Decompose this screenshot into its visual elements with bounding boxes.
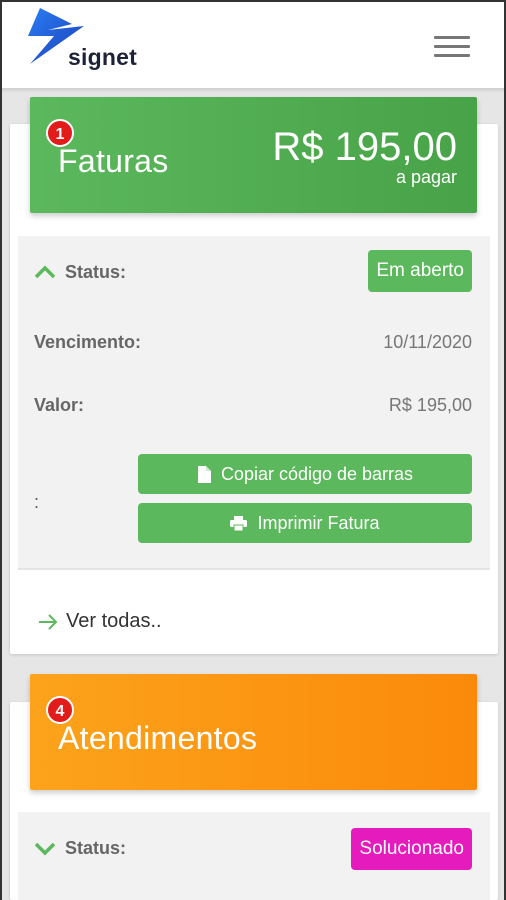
arrow-right-icon <box>39 613 58 630</box>
chevron-up-icon[interactable] <box>34 264 56 280</box>
file-icon <box>197 465 211 483</box>
due-date-value: 10/11/2020 <box>383 332 472 352</box>
invoices-count-badge: 1 <box>46 119 74 147</box>
ticket-status-label: Status: <box>65 838 127 858</box>
invoice-value-label: Valor: <box>34 395 85 415</box>
printer-icon <box>230 515 248 531</box>
invoice-status-badge: Em aberto <box>368 250 472 292</box>
copy-barcode-label: Copiar código de barras <box>220 463 414 484</box>
due-date-label: Vencimento: <box>34 332 142 352</box>
tickets-count-badge: 4 <box>46 696 74 724</box>
see-all-invoices-link[interactable]: Ver todas.. <box>38 610 162 633</box>
invoices-title: Faturas <box>58 143 169 179</box>
tickets-title: Atendimentos <box>58 720 258 756</box>
print-invoice-button[interactable]: Imprimir Fatura <box>138 503 472 543</box>
actions-label: : <box>34 492 40 512</box>
app-header: signet <box>0 0 506 88</box>
invoice-value-value: R$ 195,00 <box>388 395 472 415</box>
ticket-details-panel: Status: Solucionado <box>18 812 490 900</box>
chevron-down-icon[interactable] <box>34 840 56 856</box>
ticket-status-badge: Solucionado <box>351 828 472 870</box>
copy-barcode-button[interactable]: Copiar código de barras <box>138 454 472 494</box>
tickets-banner: 4 Atendimentos <box>30 674 477 790</box>
invoice-status-label: Status: <box>65 262 127 282</box>
invoices-amount-caption: a pagar <box>395 167 457 187</box>
divider <box>18 568 490 570</box>
invoices-amount: R$ 195,00 <box>272 125 457 169</box>
see-all-label: Ver todas.. <box>66 610 162 632</box>
print-invoice-label: Imprimir Fatura <box>257 512 380 533</box>
hamburger-menu-icon[interactable] <box>434 34 470 58</box>
invoices-banner: 1 Faturas R$ 195,00 a pagar <box>30 97 477 213</box>
invoice-details-panel: Status: Em aberto Vencimento: 10/11/2020… <box>18 236 490 570</box>
brand-name[interactable]: signet <box>68 44 137 71</box>
